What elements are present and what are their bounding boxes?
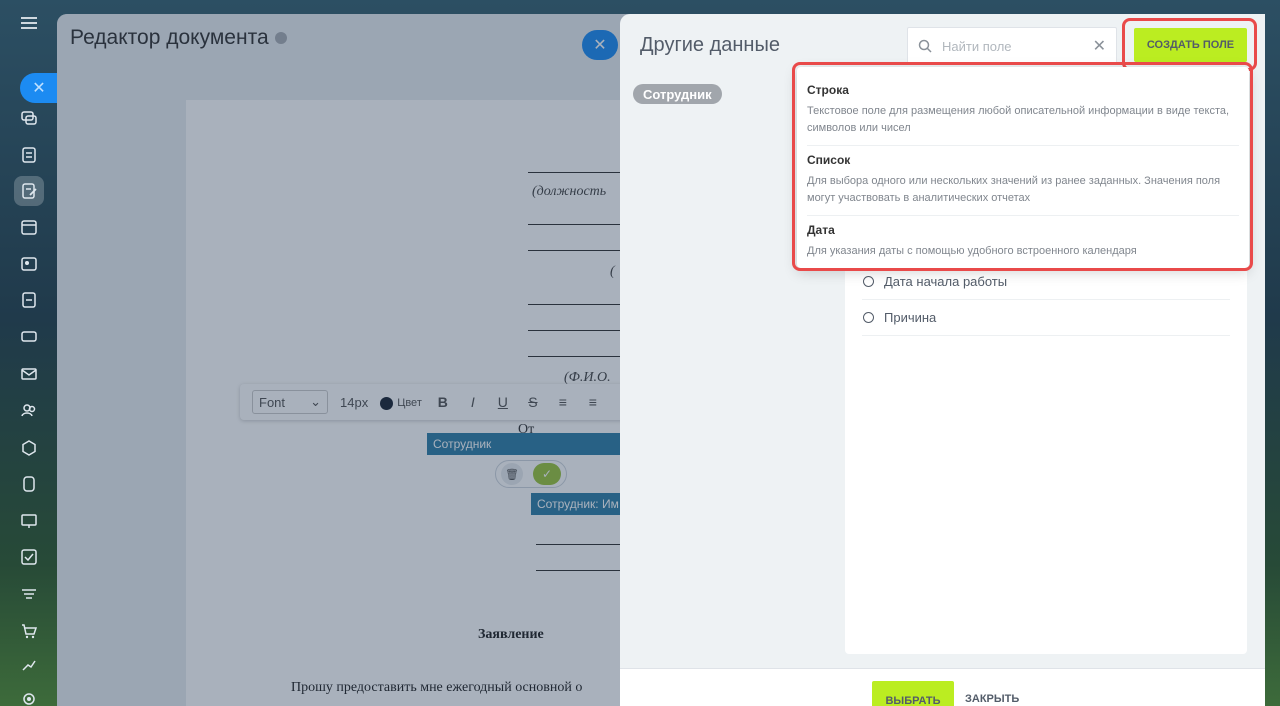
slider-close-icon[interactable]: ✕ — [20, 73, 58, 103]
documents-icon[interactable] — [14, 176, 44, 206]
feed-icon[interactable] — [14, 140, 44, 170]
video-icon[interactable] — [14, 506, 44, 536]
menu-burger-icon[interactable] — [18, 12, 40, 34]
check-icon[interactable] — [14, 542, 44, 572]
funnel-icon[interactable] — [14, 580, 44, 610]
drive-icon[interactable] — [14, 321, 44, 351]
crm-icon[interactable] — [14, 433, 44, 463]
chat-icon[interactable] — [14, 103, 44, 133]
employee-tag[interactable]: Сотрудник — [633, 84, 722, 104]
employees-icon[interactable] — [14, 395, 44, 425]
field-search-input[interactable]: Найти поле ✕ — [907, 27, 1117, 65]
calendar-icon[interactable] — [14, 212, 44, 242]
clear-search-icon[interactable]: ✕ — [1093, 36, 1106, 56]
list-item[interactable]: Причина — [862, 300, 1230, 336]
search-placeholder: Найти поле — [942, 38, 1012, 54]
radio-icon — [863, 312, 874, 323]
left-nav-rail: ✕ — [0, 0, 58, 706]
select-button[interactable]: ВЫБРАТЬ — [872, 681, 954, 706]
contacts-icon[interactable] — [14, 249, 44, 279]
field-list-panel: Дата начала работы Причина — [845, 258, 1247, 654]
close-button[interactable]: ЗАКРЫТЬ — [965, 693, 1019, 705]
cart-icon[interactable] — [14, 616, 44, 646]
radio-icon — [863, 276, 874, 287]
tasks-icon[interactable] — [14, 285, 44, 315]
slider-title: Другие данные — [640, 34, 780, 56]
mail-icon[interactable] — [14, 359, 44, 389]
menu-highlight — [792, 62, 1253, 271]
settings-icon[interactable] — [14, 684, 44, 706]
growth-icon[interactable] — [14, 650, 44, 680]
sites-icon[interactable] — [14, 469, 44, 499]
search-icon — [918, 39, 932, 53]
editor-overlay — [57, 14, 657, 706]
